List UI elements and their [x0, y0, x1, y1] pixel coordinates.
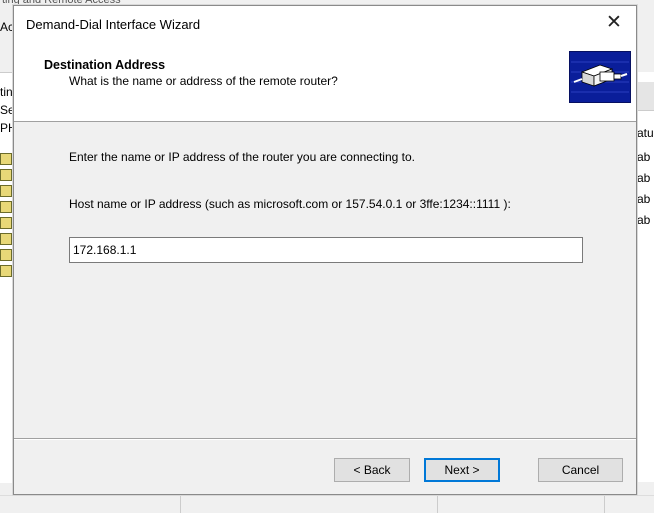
wizard-page-header: Destination Address What is the name or … [14, 40, 636, 122]
network-interface-icon[interactable] [0, 233, 12, 245]
details-column-header[interactable]: atu [636, 82, 654, 140]
status-column-label: atu [637, 126, 654, 140]
footer-divider [14, 438, 636, 440]
console-status-bar [0, 495, 654, 513]
network-interface-icon[interactable] [0, 201, 12, 213]
host-field-label: Host name or IP address (such as microso… [69, 197, 511, 211]
back-button[interactable]: < Back [334, 458, 410, 482]
next-button[interactable]: Next > [424, 458, 500, 482]
close-icon[interactable]: ✕ [592, 6, 636, 40]
router-connection-icon [569, 51, 631, 103]
cancel-button[interactable]: Cancel [538, 458, 623, 482]
network-interface-icon[interactable] [0, 153, 12, 165]
demand-dial-wizard-dialog: Demand-Dial Interface Wizard ✕ Destinati… [13, 5, 637, 495]
page-subtitle: What is the name or address of the remot… [69, 74, 338, 88]
folder-icon[interactable] [0, 217, 12, 229]
console-details-pane: atu ab ab ab ab [636, 72, 654, 482]
status-divider [180, 496, 181, 513]
host-address-input[interactable] [69, 237, 583, 263]
status-cell: ab [637, 150, 651, 164]
status-divider [604, 496, 605, 513]
status-cell: ab [637, 192, 651, 206]
tree-item[interactable]: tin [0, 85, 13, 99]
status-divider [437, 496, 438, 513]
network-interface-icon[interactable] [0, 265, 12, 277]
dialog-titlebar[interactable]: Demand-Dial Interface Wizard ✕ [14, 6, 636, 40]
instruction-text: Enter the name or IP address of the rout… [69, 150, 415, 164]
status-cell: ab [637, 213, 651, 227]
network-interface-icon[interactable] [0, 185, 12, 197]
page-title: Destination Address [44, 58, 166, 72]
dialog-title: Demand-Dial Interface Wizard [26, 17, 201, 32]
status-cell: ab [637, 171, 651, 185]
network-interface-icon[interactable] [0, 169, 12, 181]
network-interface-icon[interactable] [0, 249, 12, 261]
